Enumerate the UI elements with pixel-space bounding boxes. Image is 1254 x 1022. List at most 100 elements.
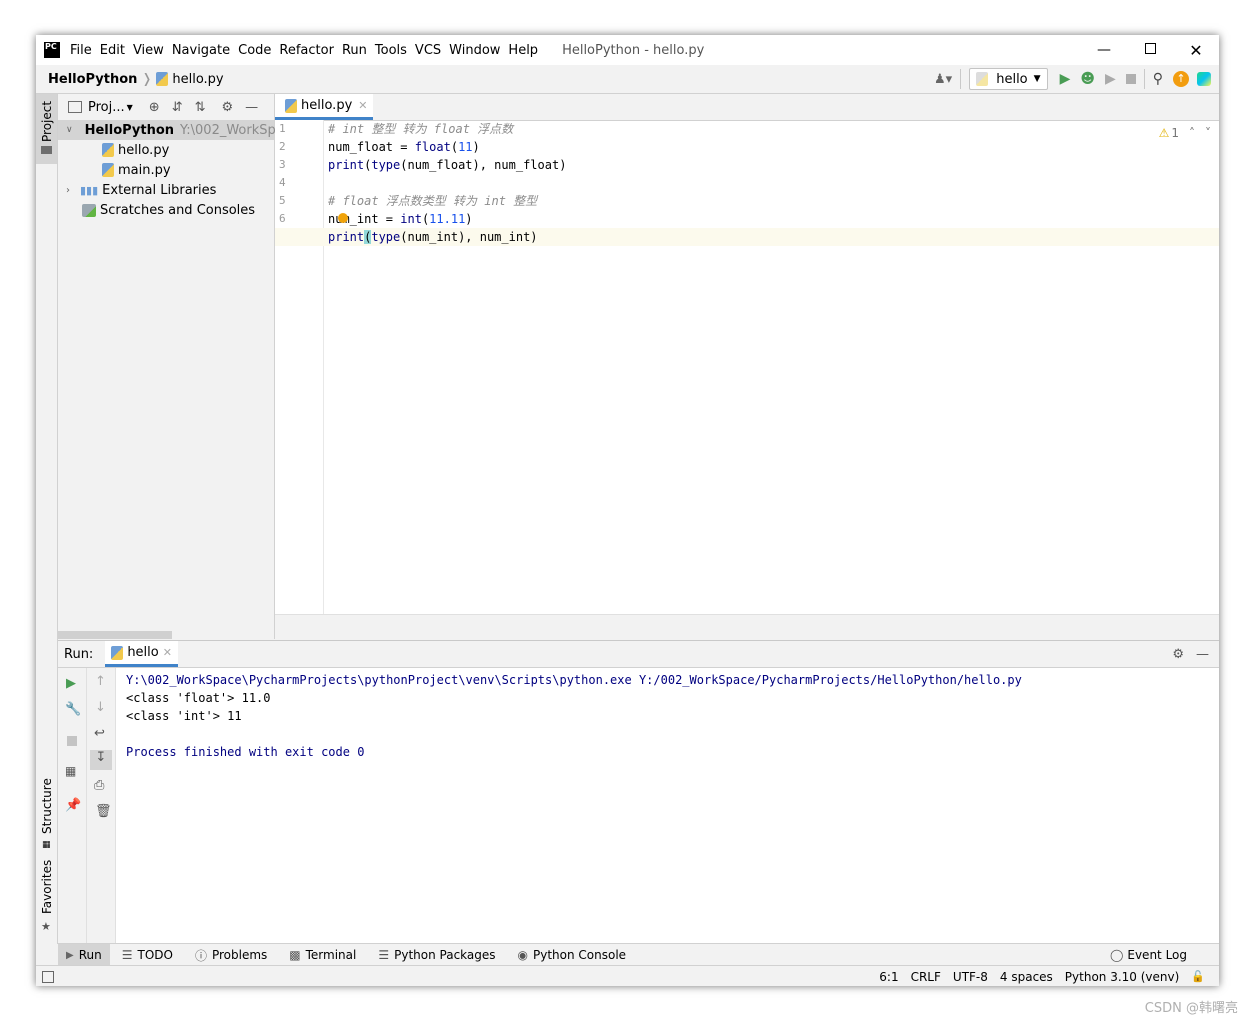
intention-bulb-icon[interactable] [338,213,348,223]
bottom-tab-run[interactable]: ▶ Run [58,944,110,966]
hide-icon[interactable]: — [245,100,258,115]
run-config-label: hello [996,71,1028,87]
python-icon [976,72,989,86]
run-tab-hello[interactable]: hello ✕ [105,641,178,667]
bottom-tab-todo[interactable]: ☰ TODO [122,948,173,962]
ide-window: PC File Edit View Navigate Code Refactor… [36,35,1219,986]
rerun-icon[interactable]: ▶ [66,676,76,691]
gear-icon[interactable]: ⚙ [1172,647,1184,662]
event-log-button[interactable]: ◯ Event Log [1110,948,1187,962]
chevron-up-icon[interactable]: ˄ [1189,126,1195,140]
bottom-tool-tabs: ▶ Run ☰ TODO ⓘ Problems ▩ Terminal ☰ Pyt… [58,943,1219,966]
menu-navigate[interactable]: Navigate [172,43,238,58]
python-icon [111,645,124,660]
soft-wrap-icon[interactable]: ↩ [94,726,105,741]
stop-icon[interactable] [1125,74,1136,84]
stop-icon[interactable] [67,736,77,746]
code-line-6: num_int = int(11.11) [328,212,473,226]
menu-run[interactable]: Run [342,43,375,58]
console-line: Process finished with exit code 0 [126,745,365,759]
menu-vcs[interactable]: VCS [415,43,449,58]
tree-item-external-libraries[interactable]: › ▮▮▮ External Libraries [66,180,216,200]
pycharm-logo: PC [44,42,60,58]
collapse-all-icon[interactable]: ⇅ [195,100,206,115]
breadcrumb-project[interactable]: HelloPython [48,72,137,87]
scroll-to-end-icon[interactable]: ↧ [90,750,112,770]
console-line: <class 'float'> 11.0 [126,691,271,705]
lock-icon[interactable]: 🔓 [1191,970,1205,983]
print-icon[interactable]: ⎙ [94,778,104,793]
layout-icon[interactable]: ▦ [65,764,76,778]
project-view-dropdown[interactable]: Proj... [88,100,125,115]
tree-item-main[interactable]: main.py [102,160,171,180]
tree-root[interactable]: ∨ HelloPython Y:\002_WorkSp... [58,120,288,140]
toggle-tool-windows-icon[interactable] [42,970,54,983]
code-line-2: num_float = float(11) [328,140,480,154]
structure-icon: ▦ [42,840,51,850]
bottom-tab-python-console[interactable]: ◉ Python Console [518,948,627,962]
project-view-icon [68,101,82,113]
info-icon: ⓘ [194,948,207,963]
bottom-tab-terminal[interactable]: ▩ Terminal [289,948,356,962]
menu-tools[interactable]: Tools [375,43,415,58]
bottom-tab-problems[interactable]: ⓘ Problems [195,947,267,964]
close-icon[interactable]: ✕ [1173,41,1219,60]
pin-icon[interactable]: 📌 [65,798,81,813]
gear-icon[interactable]: ⚙ [222,100,234,115]
menu-help[interactable]: Help [508,43,546,58]
indent-setting[interactable]: 4 spaces [1000,970,1053,984]
inspection-widget[interactable]: ⚠ 1 ˄ ˅ [1159,126,1211,140]
close-tab-icon[interactable]: ✕ [358,99,367,112]
status-bar: 6:1 CRLF UTF-8 4 spaces Python 3.10 (ven… [36,965,1219,986]
user-icon[interactable]: ♟▾ [934,72,952,87]
run-icon: ▶ [66,949,74,961]
line-separator[interactable]: CRLF [911,970,941,984]
project-side-tab[interactable]: Project [36,94,57,164]
menu-code[interactable]: Code [238,43,279,58]
tab-hello-py[interactable]: hello.py ✕ [275,94,374,120]
line-number: 3 [279,158,286,171]
menu-file[interactable]: File [70,43,100,58]
favorites-side-tab[interactable]: Favorites ★ [36,860,57,944]
chevron-down-icon[interactable]: ▼ [127,103,133,112]
code-area[interactable]: # int 整型 转为 float 浮点数 num_float = float(… [328,120,1188,615]
coverage-icon[interactable]: ▶ [1105,71,1116,87]
tree-item-scratches[interactable]: Scratches and Consoles [82,200,255,220]
run-config-dropdown[interactable]: hello ▼ [969,68,1048,90]
menu-edit[interactable]: Edit [100,43,133,58]
console-output[interactable]: Y:\002_WorkSpace\PycharmProjects\pythonP… [126,671,1216,941]
hide-icon[interactable]: — [1196,647,1209,662]
tree-item-label: External Libraries [102,182,217,198]
debug-icon[interactable]: ☻ [1080,71,1095,87]
maximize-icon[interactable] [1127,42,1173,58]
run-tab-label: hello [127,645,159,660]
line-number: 5 [279,194,286,207]
interpreter[interactable]: Python 3.10 (venv) [1065,970,1180,984]
locate-icon[interactable]: ⊕ [149,100,160,115]
wrench-icon[interactable]: 🔧 [65,702,81,717]
file-encoding[interactable]: UTF-8 [953,970,988,984]
update-icon[interactable]: ↑ [1173,71,1189,87]
arrow-down-icon[interactable]: ↓ [95,700,106,715]
console-line: <class 'int'> 11 [126,709,242,723]
menu-view[interactable]: View [133,43,172,58]
arrow-up-icon[interactable]: ↑ [95,674,106,689]
run-panel-label: Run: [64,646,94,662]
chevron-down-icon: ▼ [1033,74,1041,84]
jetbrains-icon[interactable] [1197,72,1211,86]
bottom-tab-python-packages[interactable]: ☰ Python Packages [378,948,495,962]
breadcrumb-file[interactable]: hello.py [172,72,223,87]
close-tab-icon[interactable]: ✕ [163,646,172,659]
structure-side-tab[interactable]: Structure ▦ [36,774,57,854]
chevron-down-icon[interactable]: ˅ [1205,126,1211,140]
search-icon[interactable]: ⚲ [1153,71,1163,87]
menu-refactor[interactable]: Refactor [279,43,342,58]
menu-window[interactable]: Window [449,43,508,58]
trash-icon[interactable]: 🗑 [95,804,112,819]
expand-all-icon[interactable]: ⇵ [172,100,183,115]
horizontal-scrollbar[interactable] [58,631,172,639]
tree-item-hello[interactable]: hello.py [102,140,169,160]
minimize-icon[interactable]: — [1081,42,1127,58]
caret-position[interactable]: 6:1 [879,970,898,984]
run-icon[interactable]: ▶ [1060,71,1071,87]
